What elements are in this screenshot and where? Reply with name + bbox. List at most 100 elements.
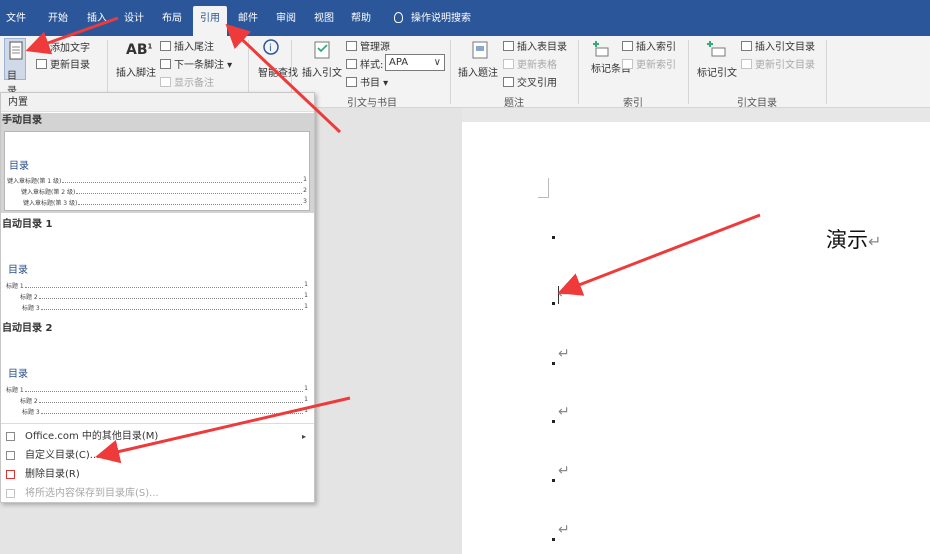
gallery-item-auto-toc-2[interactable]: 自动目录 2 目录 标题 11 标题 21 标题 31: [1, 321, 314, 425]
gallery-item-title: 自动目录 2: [2, 323, 53, 334]
toa-icon: [741, 41, 752, 51]
tab-insert[interactable]: 插入: [87, 0, 107, 36]
update-index-button[interactable]: 更新索引: [622, 56, 676, 71]
insert-citation-button[interactable]: 插入引文: [302, 64, 342, 79]
tab-review[interactable]: 审阅: [276, 0, 296, 36]
tab-references[interactable]: 引用: [193, 6, 227, 36]
paragraph-mark: ↵: [558, 522, 570, 538]
mark-citation-button[interactable]: 标记引文: [697, 64, 737, 79]
add-text-button[interactable]: 添加文字: [36, 39, 90, 54]
document-icon: [9, 41, 23, 60]
menu-item-more-from-office[interactable]: Office.com 中的其他目录(M) ▸: [1, 427, 314, 446]
refresh-icon: [503, 59, 514, 69]
paragraph-mark: ↵: [558, 463, 570, 479]
show-notes-button[interactable]: 显示备注: [160, 74, 214, 89]
bibliography-button[interactable]: 书目 ▾: [346, 74, 388, 89]
insert-footnote-button[interactable]: 插入脚注: [116, 64, 156, 79]
sources-icon: [346, 41, 357, 51]
footnote-ab-icon: AB1: [126, 42, 153, 58]
group-label-citations: 引文与书目: [347, 98, 397, 109]
gallery-item-auto-toc-1[interactable]: 自动目录 1 目录 标题 11 标题 21 标题 31: [1, 217, 314, 321]
tab-view[interactable]: 视图: [314, 0, 334, 36]
toc-preview-row: 标题 21: [20, 292, 308, 301]
endnote-icon: [160, 41, 171, 51]
update-toc-button[interactable]: 更新目录: [36, 56, 90, 71]
tell-me-search[interactable]: 操作说明搜索: [394, 0, 471, 36]
insert-endnote-button[interactable]: 插入尾注: [160, 38, 214, 53]
tab-help[interactable]: 帮助: [351, 0, 371, 36]
mark-citation-icon: [704, 38, 728, 63]
mark-entry-icon: [590, 38, 612, 63]
builtin-section-header: 内置: [1, 93, 314, 112]
tab-layout[interactable]: 布局: [162, 0, 182, 36]
insert-citation-icon: [312, 40, 334, 63]
search-icon: i: [263, 39, 279, 55]
toc-preview-card: 目录 标题 11 标题 21 标题 31: [4, 339, 310, 423]
toc-preview-heading: 目录: [8, 265, 28, 276]
update-table-button[interactable]: 更新表格: [503, 56, 557, 71]
group-label-toa: 引文目录: [737, 98, 777, 109]
paragraph-mark: ↵: [558, 286, 570, 302]
toc-preview-row: 标题 31: [22, 407, 308, 416]
refresh-icon: [622, 59, 633, 69]
toc-preview-heading: 目录: [9, 161, 29, 172]
paragraph-bullet: [552, 538, 555, 541]
separator: [826, 40, 827, 104]
tell-me-label: 操作说明搜索: [411, 13, 471, 24]
insert-index-button[interactable]: 插入索引: [622, 38, 676, 53]
insert-table-of-figures-button[interactable]: 插入表目录: [503, 38, 567, 53]
style-label: 样式:: [346, 56, 383, 71]
refresh-icon: [36, 59, 47, 69]
separator: [688, 40, 689, 104]
citation-style-select[interactable]: APA ∨: [385, 54, 445, 71]
lightbulb-icon: [394, 12, 403, 23]
page-margin-corner: [538, 178, 549, 198]
toc-button[interactable]: 目录: [4, 38, 26, 97]
menu-item-custom-toc[interactable]: 自定义目录(C)...: [1, 446, 314, 465]
chevron-down-icon: ∨: [433, 57, 441, 68]
document-page[interactable]: 演示↵ ↵ ↵ ↵ ↵ ↵: [462, 122, 930, 554]
menu-item-remove-toc[interactable]: 删除目录(R): [1, 465, 314, 484]
submenu-arrow-icon: ▸: [301, 432, 306, 441]
next-footnote-icon: [160, 59, 171, 69]
bibliography-icon: [346, 77, 357, 87]
toc-preview-row: 键入章标题(第 3 级) 3: [23, 198, 307, 207]
tab-mailings[interactable]: 邮件: [238, 0, 258, 36]
next-footnote-button[interactable]: 下一条脚注 ▾: [160, 56, 232, 71]
smart-lookup-button[interactable]: i: [262, 38, 282, 61]
office-icon: [6, 432, 15, 441]
tab-file[interactable]: 文件: [6, 0, 26, 36]
svg-text:i: i: [269, 43, 272, 54]
save-icon: [6, 489, 15, 498]
group-label-captions: 题注: [504, 98, 524, 109]
toc-preview-card: 目录 标题 11 标题 21 标题 31: [4, 235, 310, 319]
menu-item-save-to-gallery[interactable]: 将所选内容保存到目录库(S)...: [1, 484, 314, 503]
tab-design[interactable]: 设计: [124, 0, 144, 36]
gallery-item-title: 手动目录: [2, 115, 42, 126]
toc-preview-card: 目录 键入章标题(第 1 级) 1 键入章标题(第 2 级) 2 键入章标题(第 3…: [4, 131, 310, 211]
index-icon: [622, 41, 633, 51]
cross-reference-icon: [503, 77, 514, 87]
notes-icon: [160, 77, 171, 87]
update-toa-button[interactable]: 更新引文目录: [741, 56, 815, 71]
toc-preview-row: 标题 31: [22, 303, 308, 312]
paragraph-bullet: [552, 302, 555, 305]
separator: [450, 40, 451, 104]
insert-toa-button[interactable]: 插入引文目录: [741, 38, 815, 53]
tab-home[interactable]: 开始: [48, 0, 68, 36]
gallery-item-manual-toc[interactable]: 手动目录 目录 键入章标题(第 1 级) 1 键入章标题(第 2 级) 2 键入章标…: [1, 113, 314, 213]
manage-sources-button[interactable]: 管理源: [346, 38, 390, 53]
document-icon: [6, 451, 15, 460]
gallery-item-title: 自动目录 1: [2, 219, 53, 230]
insert-caption-icon: [470, 40, 490, 63]
cross-reference-button[interactable]: 交叉引用: [503, 74, 557, 89]
toc-preview-row: 标题 21: [20, 396, 308, 405]
paragraph-mark: ↵: [558, 346, 570, 362]
toc-preview-row: 标题 11: [6, 385, 308, 394]
document-title-text[interactable]: 演示↵: [826, 224, 881, 254]
paragraph-bullet: [552, 479, 555, 482]
paragraph-bullet: [552, 362, 555, 365]
style-icon: [346, 59, 357, 69]
paragraph-mark: ↵: [558, 404, 570, 420]
insert-caption-button[interactable]: 插入题注: [458, 64, 498, 79]
